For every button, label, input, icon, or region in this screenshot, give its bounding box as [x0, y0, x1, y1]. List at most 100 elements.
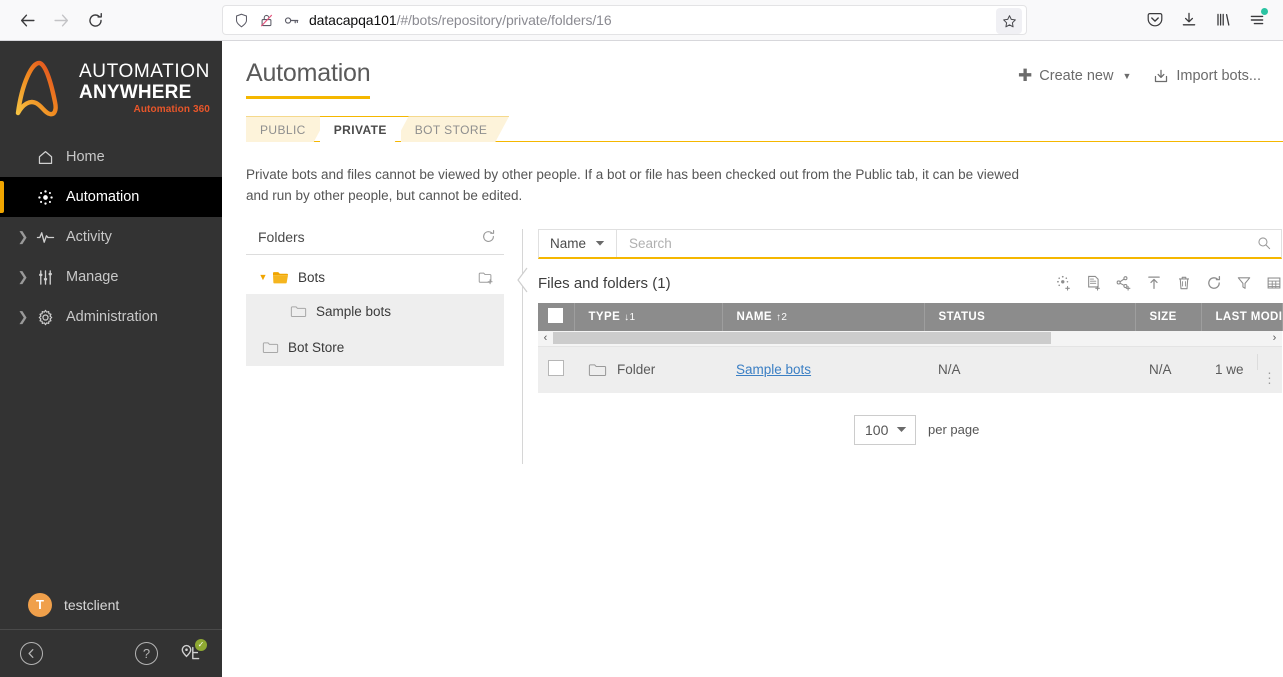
column-header-status[interactable]: STATUS [924, 302, 1136, 331]
tab-private[interactable]: PRIVATE [320, 116, 409, 142]
table-toolbar [1056, 275, 1282, 291]
column-header-name[interactable]: NAME ↑2 [722, 302, 925, 331]
row-name-link[interactable]: Sample bots [736, 362, 811, 377]
new-folder-icon[interactable] [478, 270, 504, 285]
tab-public[interactable]: PUBLIC [246, 116, 328, 142]
table-header-row: TYPE ↓1 NAME ↑2 STATUS SIZE LAST MODI [538, 302, 1283, 331]
library-icon[interactable] [1207, 5, 1239, 35]
create-bot-icon[interactable] [1056, 275, 1072, 291]
columns-icon[interactable] [1266, 275, 1282, 291]
scrollbar-track[interactable] [553, 331, 1267, 346]
key-icon[interactable] [284, 13, 300, 28]
column-label: LAST MODI [1215, 310, 1283, 323]
files-table-body: Folder Sample bots N/A N/A 1 we · · · [538, 346, 1282, 393]
url-text: datacapqa101/#/bots/repository/private/f… [309, 12, 612, 28]
search-field-select[interactable]: Name [539, 229, 618, 258]
kebab-menu-icon[interactable]: · · · [1257, 353, 1282, 389]
main-content: Automation ✚ Create new ▼ Import bots... [222, 41, 1283, 677]
row-checkbox[interactable] [548, 360, 564, 377]
connected-check-badge: ✓ [195, 638, 207, 651]
sidebar-item-home[interactable]: Home [0, 137, 222, 177]
column-label: NAME [736, 310, 772, 323]
avatar: T [28, 592, 52, 617]
row-actions-cell[interactable]: · · · [1257, 346, 1282, 393]
home-icon [32, 149, 58, 166]
plus-icon: ✚ [1018, 66, 1033, 85]
scroll-right-arrow[interactable]: › [1267, 332, 1282, 344]
page-title: Automation [246, 59, 371, 99]
address-bar[interactable]: datacapqa101/#/bots/repository/private/f… [222, 5, 1027, 35]
refresh-icon[interactable] [481, 229, 496, 244]
sidebar-item-automation[interactable]: Automation [0, 177, 222, 217]
device-connected-icon[interactable]: ✓ [180, 638, 207, 664]
tree-item-sample-bots[interactable]: Sample bots [246, 293, 504, 330]
refresh-icon[interactable] [1206, 275, 1222, 291]
cell-type: Folder [574, 346, 722, 393]
activity-pulse-icon [32, 229, 58, 246]
cell-last-modified: 1 we [1201, 346, 1257, 393]
column-header-type[interactable]: TYPE ↓1 [574, 302, 723, 331]
select-all-header[interactable] [538, 302, 575, 331]
upload-icon[interactable] [1146, 275, 1162, 291]
bookmark-star-icon[interactable] [996, 8, 1022, 34]
forward-button[interactable] [46, 5, 76, 35]
sidebar-item-label: Manage [66, 269, 119, 285]
sidebar-item-label: Administration [66, 309, 158, 325]
sidebar-nav: Home Automation ❯ Activity ❯ Manage ❯ Ad… [0, 137, 222, 337]
shield-icon[interactable] [234, 13, 249, 28]
reload-button[interactable] [80, 5, 110, 35]
filter-icon[interactable] [1236, 275, 1252, 291]
chevron-down-icon[interactable]: ▼ [254, 272, 272, 282]
panel-divider[interactable] [517, 228, 528, 464]
folder-icon [290, 304, 307, 319]
sidebar-item-manage[interactable]: ❯ Manage [0, 257, 222, 297]
select-all-checkbox[interactable] [548, 307, 563, 323]
folder-icon [588, 362, 607, 378]
magnifier-icon[interactable] [1257, 236, 1281, 250]
pagination: 100 per page [854, 414, 1283, 445]
back-button[interactable] [12, 5, 42, 35]
column-header-size[interactable]: SIZE [1135, 302, 1202, 331]
per-page-select[interactable]: 100 [854, 414, 916, 445]
download-icon[interactable] [1173, 5, 1205, 35]
share-icon[interactable] [1116, 275, 1132, 291]
sidebar-item-administration[interactable]: ❯ Administration [0, 297, 222, 337]
chevron-right-icon: ❯ [17, 229, 29, 244]
tree-item-label: Bot Store [288, 340, 345, 356]
files-and-folders-label: Files and folders (1) [538, 275, 671, 292]
chevron-down-icon [595, 240, 605, 247]
tree-item-label: Sample bots [316, 304, 392, 320]
question-mark-icon[interactable]: ? [135, 642, 158, 665]
tree-item-bots[interactable]: ▼ Bots [246, 261, 504, 294]
product-logo: AUTOMATION ANYWHERE Automation 360 [0, 41, 222, 131]
sidebar-user[interactable]: T testclient [0, 580, 222, 630]
import-bots-button[interactable]: Import bots... [1153, 68, 1261, 84]
tree-item-bot-store[interactable]: Bot Store [246, 329, 504, 366]
create-new-button[interactable]: ✚ Create new ▼ [1018, 67, 1131, 84]
folder-tree: ▼ Bots Sample bots Bot Store [246, 255, 504, 366]
lock-broken-icon[interactable] [259, 13, 274, 28]
logo-line-1: AUTOMATION [79, 60, 210, 82]
table-row[interactable]: Folder Sample bots N/A N/A 1 we · · · [538, 346, 1282, 393]
hamburger-menu-icon[interactable] [1241, 5, 1273, 35]
sidebar-item-activity[interactable]: ❯ Activity [0, 217, 222, 257]
folders-pane: Folders ▼ Bots Sample bots Bot Store [246, 229, 504, 464]
search-input[interactable] [617, 235, 1257, 251]
folder-open-icon [272, 270, 289, 285]
delete-icon[interactable] [1176, 275, 1192, 291]
tab-bot-store[interactable]: BOT STORE [401, 116, 510, 142]
sliders-icon [32, 269, 58, 286]
chevron-down-icon [896, 426, 907, 433]
divider-handle-icon[interactable] [515, 267, 529, 293]
new-file-icon[interactable] [1086, 275, 1102, 291]
tabs: PUBLIC PRIVATE BOT STORE [246, 116, 1283, 142]
row-select-cell[interactable] [538, 346, 574, 393]
column-label: SIZE [1149, 310, 1177, 323]
pocket-icon[interactable] [1139, 5, 1171, 35]
collapse-left-icon[interactable] [20, 642, 43, 665]
cell-size: N/A [1135, 346, 1201, 393]
column-header-last-modified[interactable]: LAST MODI [1201, 302, 1283, 331]
scrollbar-thumb[interactable] [553, 332, 1051, 345]
scroll-left-arrow[interactable]: ‹ [538, 332, 553, 344]
horizontal-scrollbar[interactable]: ‹ › [538, 330, 1282, 347]
